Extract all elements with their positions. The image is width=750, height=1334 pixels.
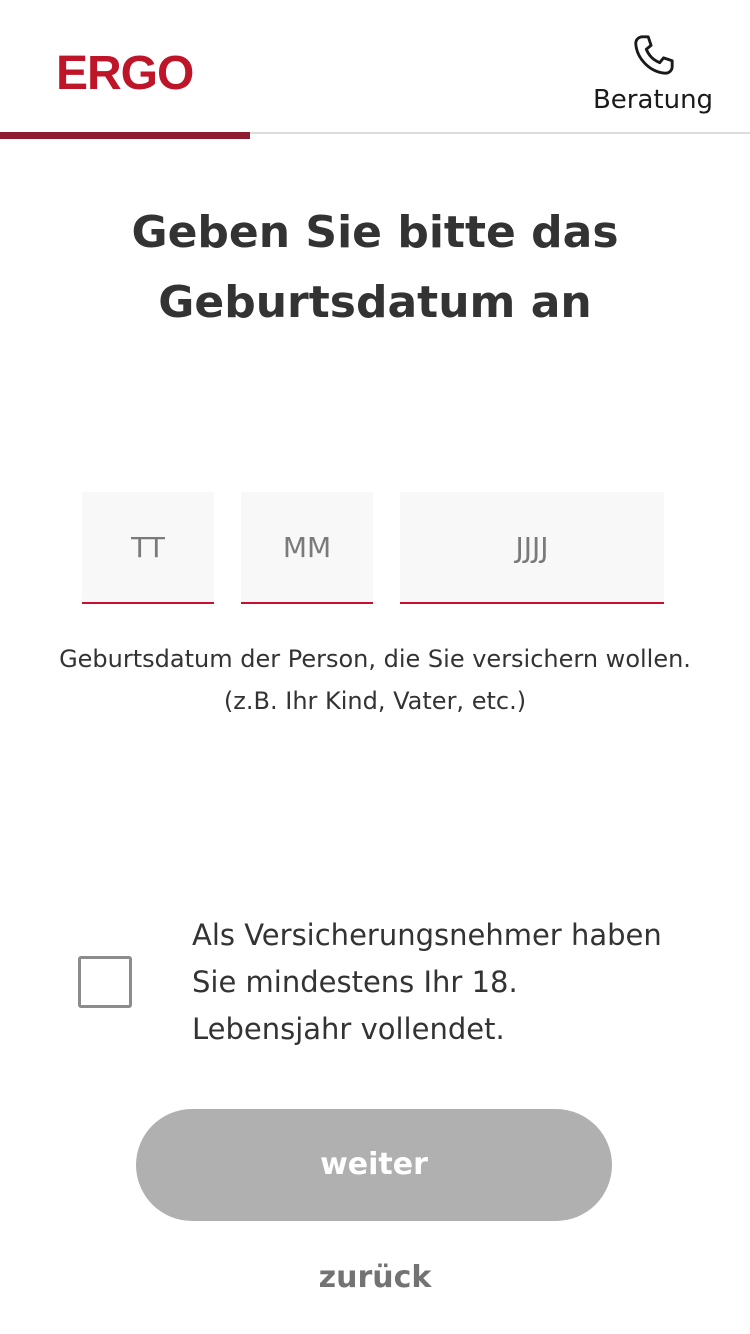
phone-icon (634, 35, 674, 75)
page-title: Geben Sie bitte das Geburtsdatum an (131, 207, 619, 328)
beratung-label: Beratung (592, 85, 714, 115)
consent-checkbox[interactable] (78, 956, 132, 1008)
month-input[interactable] (241, 492, 373, 604)
birthdate-hint: Geburtsdatum der Person, die Sie versich… (59, 645, 691, 715)
progress-bar (0, 132, 250, 139)
weiter-button[interactable]: weiter (136, 1109, 612, 1221)
beratung-button[interactable]: Beratung (588, 32, 718, 122)
zurueck-link[interactable]: zurück (225, 1252, 525, 1304)
page: ERGO Beratung Geben Sie bitte das Geburt… (0, 0, 750, 1334)
day-input[interactable] (82, 492, 214, 604)
consent-label[interactable]: Als Versicherungsnehmer haben Sie mindes… (192, 912, 672, 1053)
year-input[interactable] (400, 492, 664, 604)
app-header: ERGO Beratung (0, 0, 750, 139)
ergo-logo[interactable]: ERGO (56, 48, 194, 100)
